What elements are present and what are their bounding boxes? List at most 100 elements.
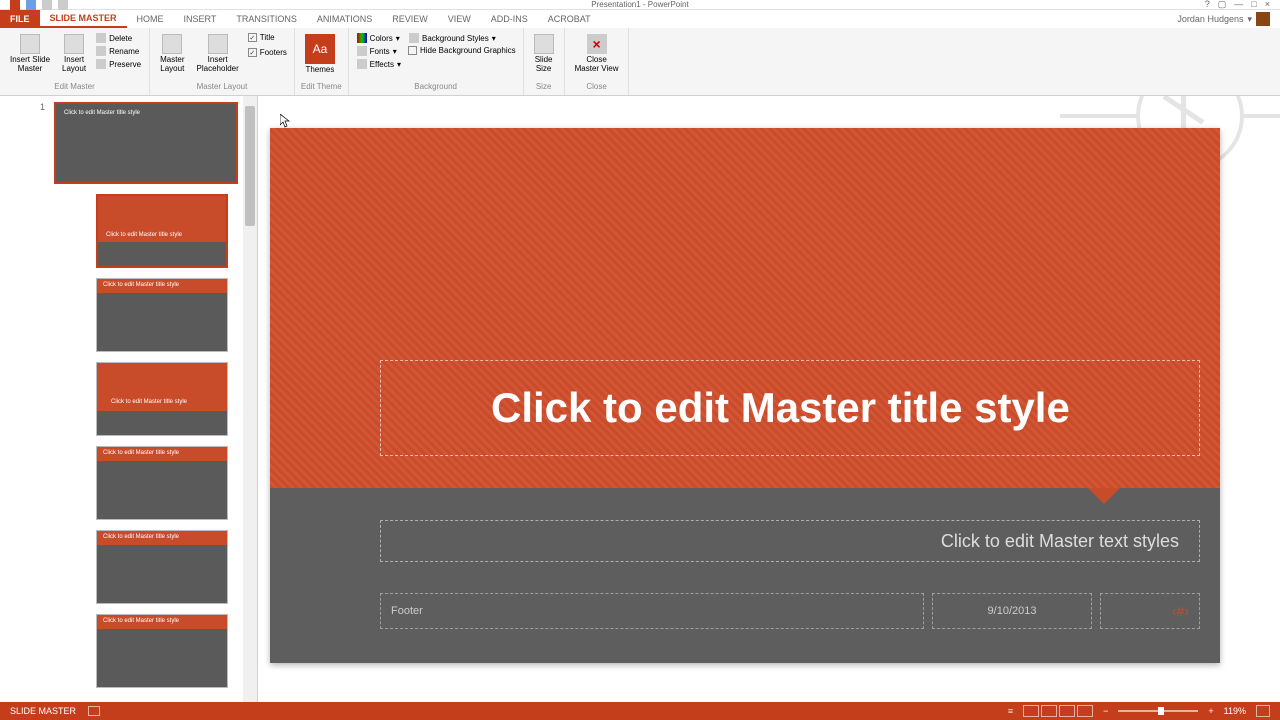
undo-icon[interactable] bbox=[42, 0, 52, 10]
main-area: 1 Click to edit Master title style Click… bbox=[0, 96, 1280, 702]
layout-thumbnail-2[interactable]: Click to edit Master title style bbox=[96, 278, 228, 352]
tab-file[interactable]: FILE bbox=[0, 10, 40, 28]
zoom-level[interactable]: 119% bbox=[1224, 706, 1246, 716]
preserve-label: Preserve bbox=[109, 60, 141, 69]
layout-thumbnail-4[interactable]: Click to edit Master title style bbox=[96, 446, 228, 520]
group-label-edit-master: Edit Master bbox=[6, 82, 143, 93]
fit-to-window-button[interactable] bbox=[1256, 705, 1270, 717]
tab-addins[interactable]: ADD-INS bbox=[481, 10, 538, 28]
hide-bg-label: Hide Background Graphics bbox=[420, 46, 516, 55]
layout-thumbnail-5[interactable]: Click to edit Master title style bbox=[96, 530, 228, 604]
statusbar: SLIDE MASTER ≡ − + 119% bbox=[0, 702, 1280, 720]
delete-button[interactable]: Delete bbox=[94, 32, 143, 44]
tab-acrobat[interactable]: ACROBAT bbox=[538, 10, 601, 28]
delete-label: Delete bbox=[109, 34, 132, 43]
slide-number-placeholder[interactable]: ‹#› bbox=[1100, 593, 1200, 629]
chevron-down-icon: ▾ bbox=[396, 34, 400, 43]
slide-master-icon bbox=[20, 34, 40, 54]
background-styles-button[interactable]: Background Styles▾ bbox=[407, 32, 517, 44]
slideshow-view-button[interactable] bbox=[1077, 705, 1093, 717]
insert-layout-button[interactable]: Insert Layout bbox=[58, 32, 90, 76]
powerpoint-icon bbox=[10, 0, 20, 10]
checkbox-icon bbox=[408, 46, 417, 55]
effects-button[interactable]: Effects▾ bbox=[355, 58, 403, 70]
thumbnail-scrollbar[interactable] bbox=[243, 96, 257, 702]
thumb-title: Click to edit Master title style bbox=[64, 110, 140, 116]
tab-insert[interactable]: INSERT bbox=[174, 10, 227, 28]
close-master-label: Close Master View bbox=[575, 56, 619, 74]
zoom-slider[interactable] bbox=[1118, 710, 1198, 712]
tab-slide-master[interactable]: SLIDE MASTER bbox=[40, 10, 127, 28]
thumb-title: Click to edit Master title style bbox=[103, 618, 179, 624]
thumbnail-list: 1 Click to edit Master title style Click… bbox=[48, 96, 257, 702]
hide-bg-checkbox[interactable]: Hide Background Graphics bbox=[407, 45, 517, 56]
redo-icon[interactable] bbox=[58, 0, 68, 10]
fonts-button[interactable]: Fonts▾ bbox=[355, 45, 403, 57]
date-text: 9/10/2013 bbox=[988, 605, 1037, 617]
rename-label: Rename bbox=[109, 47, 139, 56]
master-thumbnail[interactable]: Click to edit Master title style bbox=[54, 102, 238, 184]
sorter-view-button[interactable] bbox=[1041, 705, 1057, 717]
footers-checkbox[interactable]: ✓Footers bbox=[247, 47, 288, 58]
window-controls: ? ▢ — □ × bbox=[1205, 0, 1280, 10]
normal-view-button[interactable] bbox=[1023, 705, 1039, 717]
layout-thumbnail-6[interactable]: Click to edit Master title style bbox=[96, 614, 228, 688]
status-layout-icon[interactable] bbox=[88, 706, 100, 716]
zoom-out-button[interactable]: − bbox=[1103, 706, 1108, 716]
group-label-size: Size bbox=[530, 82, 558, 93]
preserve-button[interactable]: Preserve bbox=[94, 58, 143, 70]
scrollbar-handle[interactable] bbox=[245, 106, 255, 226]
layout-thumbnail-1[interactable]: Click to edit Master title style bbox=[96, 194, 228, 268]
close-icon[interactable]: × bbox=[1265, 0, 1270, 10]
help-icon[interactable]: ? bbox=[1205, 0, 1210, 10]
user-area[interactable]: Jordan Hudgens ▾ bbox=[1177, 12, 1280, 26]
group-label-close: Close bbox=[571, 82, 623, 93]
preserve-icon bbox=[96, 59, 106, 69]
layout-icon bbox=[64, 34, 84, 54]
tab-transitions[interactable]: TRANSITIONS bbox=[226, 10, 307, 28]
footer-placeholder[interactable]: Footer bbox=[380, 593, 924, 629]
tab-review[interactable]: REVIEW bbox=[382, 10, 438, 28]
group-label-background: Background bbox=[355, 82, 517, 93]
master-title-placeholder[interactable]: Click to edit Master title style bbox=[380, 360, 1200, 456]
maximize-icon[interactable]: □ bbox=[1251, 0, 1256, 10]
view-buttons bbox=[1023, 705, 1093, 717]
ribbon-tabs: FILE SLIDE MASTER HOME INSERT TRANSITION… bbox=[0, 10, 1280, 28]
title-checkbox[interactable]: ✓Title bbox=[247, 32, 288, 43]
save-icon[interactable] bbox=[26, 0, 36, 10]
minimize-icon[interactable]: — bbox=[1234, 0, 1243, 10]
close-master-view-button[interactable]: × Close Master View bbox=[571, 32, 623, 76]
thumb-title: Click to edit Master title style bbox=[103, 450, 179, 456]
tab-animations[interactable]: ANIMATIONS bbox=[307, 10, 382, 28]
insert-placeholder-button[interactable]: Insert Placeholder bbox=[193, 32, 243, 76]
rename-button[interactable]: Rename bbox=[94, 45, 143, 57]
thumbnail-panel: 1 Click to edit Master title style Click… bbox=[0, 96, 258, 702]
slide-size-icon bbox=[534, 34, 554, 54]
group-edit-master: Insert Slide Master Insert Layout Delete… bbox=[0, 28, 150, 95]
tab-home[interactable]: HOME bbox=[127, 10, 174, 28]
layout-thumbnail-3[interactable]: Click to edit Master title style bbox=[96, 362, 228, 436]
insert-slide-master-label: Insert Slide Master bbox=[10, 56, 50, 74]
zoom-in-button[interactable]: + bbox=[1208, 706, 1213, 716]
tab-view[interactable]: VIEW bbox=[438, 10, 481, 28]
master-number: 1 bbox=[40, 102, 45, 112]
master-layout-button[interactable]: Master Layout bbox=[156, 32, 188, 76]
date-placeholder[interactable]: 9/10/2013 bbox=[932, 593, 1092, 629]
ribbon-options-icon[interactable]: ▢ bbox=[1218, 0, 1227, 10]
themes-button[interactable]: Aa Themes bbox=[301, 32, 339, 77]
cursor-icon bbox=[280, 114, 290, 128]
slide-size-button[interactable]: Slide Size bbox=[530, 32, 558, 76]
bg-styles-label: Background Styles bbox=[422, 34, 489, 43]
themes-icon: Aa bbox=[305, 34, 335, 64]
master-subtitle-placeholder[interactable]: Click to edit Master text styles bbox=[380, 520, 1200, 562]
insert-slide-master-button[interactable]: Insert Slide Master bbox=[6, 32, 54, 76]
thumb-title: Click to edit Master title style bbox=[103, 282, 179, 288]
notes-button[interactable]: ≡ bbox=[1008, 706, 1013, 716]
slide-canvas[interactable]: Click to edit Master title style Click t… bbox=[270, 128, 1220, 663]
colors-button[interactable]: Colors▾ bbox=[355, 32, 403, 44]
thumb-title: Click to edit Master title style bbox=[111, 399, 187, 405]
titlebar: Presentation1 - PowerPoint ? ▢ — □ × bbox=[0, 0, 1280, 10]
chevron-down-icon: ▾ bbox=[492, 34, 496, 43]
master-subtitle-text: Click to edit Master text styles bbox=[941, 531, 1179, 552]
reading-view-button[interactable] bbox=[1059, 705, 1075, 717]
